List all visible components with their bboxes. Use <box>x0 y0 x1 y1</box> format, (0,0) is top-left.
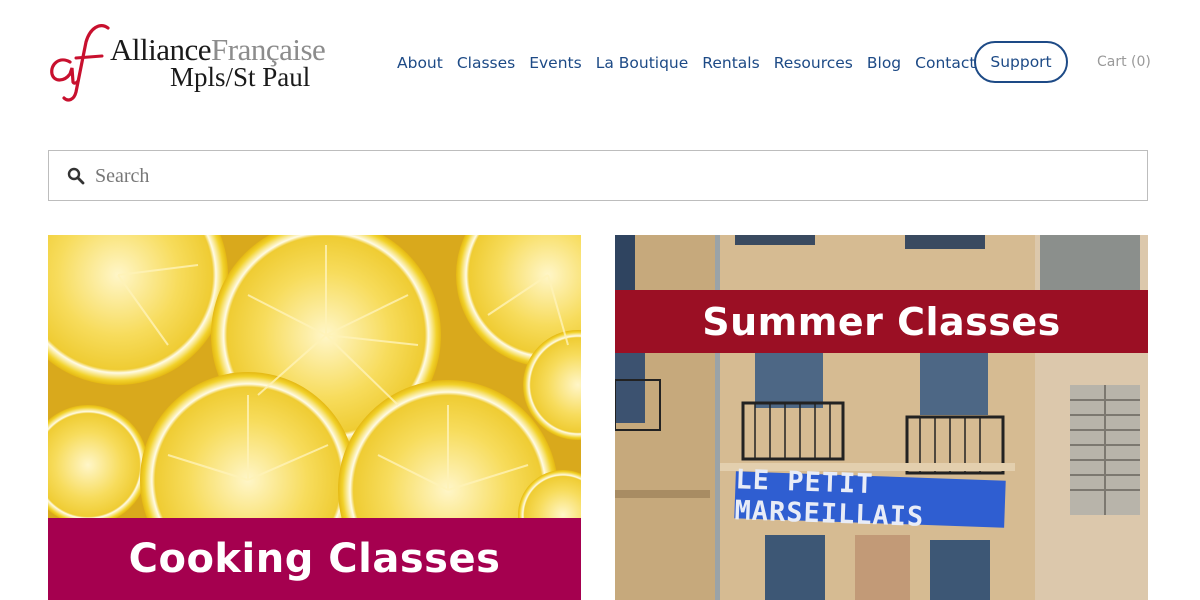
nav-classes[interactable]: Classes <box>457 52 515 74</box>
nav-rentals[interactable]: Rentals <box>702 52 759 74</box>
shop-sign-text: LE PETIT MARSEILLAIS <box>734 463 925 533</box>
nav-la-boutique[interactable]: La Boutique <box>596 52 689 74</box>
nav-events[interactable]: Events <box>529 52 581 74</box>
summer-classes-card[interactable]: Summer Classes LE PETIT MARSEILLAIS <box>615 235 1148 600</box>
logo-subtitle: Mpls/St Paul <box>170 62 311 92</box>
card-title: Summer Classes <box>702 299 1061 344</box>
nav-blog[interactable]: Blog <box>867 52 901 74</box>
cooking-classes-card[interactable]: Cooking Classes <box>48 235 581 600</box>
nav-contact[interactable]: Contact <box>915 52 975 74</box>
nav-about[interactable]: About <box>397 52 443 74</box>
search-bar[interactable] <box>48 150 1148 201</box>
cart-link[interactable]: Cart (0) <box>1097 54 1151 70</box>
site-logo[interactable]: AllianceFrançaise Mpls/St Paul <box>46 22 376 104</box>
search-icon <box>67 167 85 185</box>
shop-sign: LE PETIT MARSEILLAIS <box>734 464 1006 532</box>
nav-resources[interactable]: Resources <box>774 52 853 74</box>
main-nav: About Classes Events La Boutique Rentals… <box>397 52 989 74</box>
card-banner: Summer Classes <box>615 290 1148 353</box>
card-banner: Cooking Classes <box>48 518 581 600</box>
af-logo-mark-icon <box>50 24 110 102</box>
support-button[interactable]: Support <box>974 41 1068 83</box>
card-title: Cooking Classes <box>128 536 501 582</box>
lemon-slices-image <box>48 235 581 518</box>
search-input[interactable] <box>93 159 1127 193</box>
